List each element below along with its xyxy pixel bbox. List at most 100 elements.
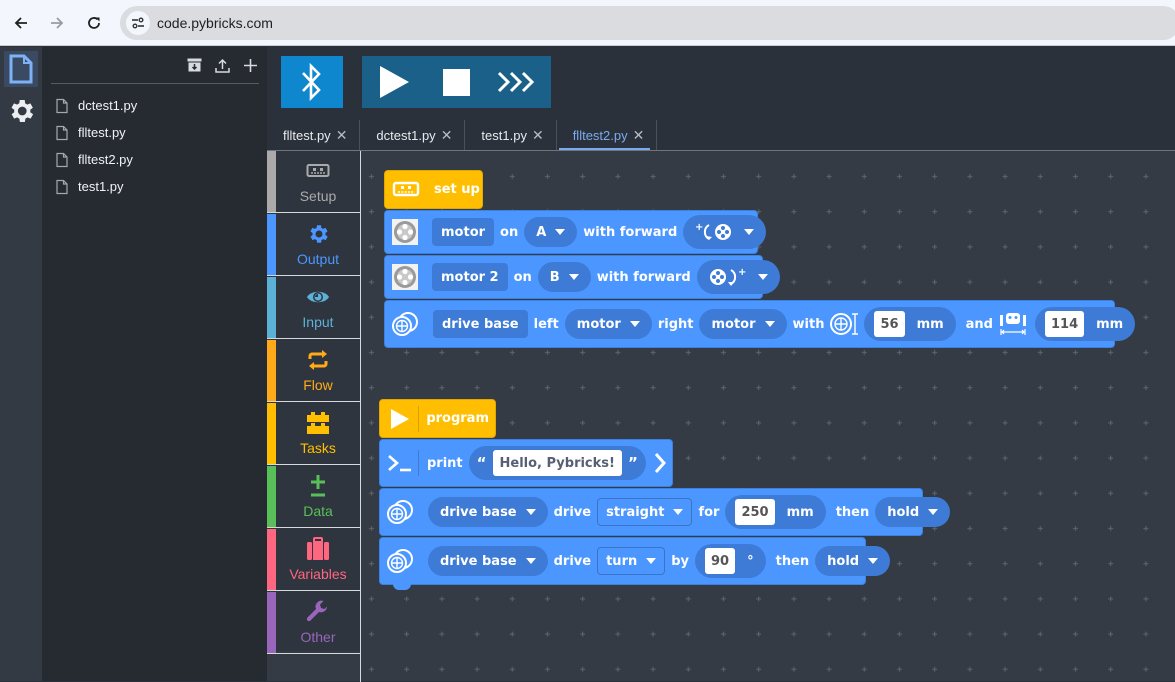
file-item[interactable]: flltest.py [52,119,259,146]
caret-down-icon [758,274,768,280]
block-label: set up [434,182,480,197]
back-button[interactable] [9,11,33,35]
program-hat-block[interactable]: program [379,399,496,438]
caret-down-icon [646,558,656,564]
reload-button[interactable] [82,11,106,35]
file-name: test1.py [78,179,124,194]
axle-track-input[interactable]: 114 [1045,311,1084,337]
drive-mode-dropdown[interactable]: turn [597,547,665,575]
left-motor-dropdown[interactable]: motor [565,309,652,339]
close-icon[interactable]: ✕ [532,127,544,144]
category-data[interactable]: Data [267,466,360,528]
motor-setup-block[interactable]: motor 2 on B with forward + [384,255,763,299]
string-input[interactable]: Hello, Pybricks! [493,450,622,476]
expand-arrow-icon[interactable] [654,452,666,474]
drivebase-icon [386,499,414,525]
tab-dctest1[interactable]: dctest1.py ✕ [360,120,465,150]
file-item[interactable]: test1.py [52,173,259,200]
site-settings-icon[interactable] [126,11,150,35]
stop-mode-dropdown[interactable]: hold [875,497,950,527]
drivebase-dropdown[interactable]: drive base [428,497,548,527]
url-text[interactable]: code.pybricks.com [157,15,273,31]
drivebase-variable-field[interactable]: drive base [433,310,528,338]
motor-icon [392,264,418,290]
file-item[interactable]: dctest1.py [52,92,259,119]
drive-straight-block[interactable]: drive base drive straight for 250mm then… [379,488,923,536]
suitcase-icon [306,537,330,561]
close-icon[interactable]: ✕ [441,127,453,144]
caret-down-icon [928,509,938,515]
category-input[interactable]: Input [267,277,360,339]
svg-text:+: + [695,222,703,233]
drivebase-setup-block[interactable]: drive base left motor right motor with 5… [384,300,1115,348]
print-block[interactable]: print “ Hello, Pybricks! ” [379,439,673,487]
activity-bar [0,47,42,681]
unit-label: ° [747,554,754,569]
setup-hat-block[interactable]: set up [384,170,483,209]
tab-flltest[interactable]: flltest.py✕ [267,120,360,150]
wheel-diameter-field[interactable]: 56mm [864,307,955,341]
motor-variable-field[interactable]: motor [432,218,494,246]
motor-setup-block[interactable]: motor on A with forward + [384,210,758,254]
drive-label: drive [554,505,591,520]
stop-mode-dropdown[interactable]: hold [815,546,890,576]
hub-icon [306,163,330,179]
bricks-icon [306,412,330,434]
forward-button[interactable] [45,11,69,35]
caret-down-icon [630,321,640,327]
port-dropdown[interactable]: B [538,262,591,292]
close-icon[interactable]: ✕ [633,127,645,144]
caret-down-icon [673,509,683,515]
new-file-button[interactable] [241,56,259,74]
archive-button[interactable] [185,56,203,74]
file-icon [54,152,70,168]
explorer-button[interactable] [4,51,38,87]
drive-turn-block[interactable]: drive base drive turn by 90° then hold [379,537,866,585]
distance-input[interactable]: 250 [735,499,774,525]
angle-field[interactable]: 90 ° [695,544,766,578]
motor-icon [392,219,418,245]
distance-field[interactable]: 250 mm [725,495,825,529]
category-tasks[interactable]: Tasks [267,403,360,465]
direction-dropdown[interactable]: + [697,260,780,294]
category-label: Flow [276,377,360,393]
upload-button[interactable] [213,56,231,74]
axle-track-field[interactable]: 114mm [1035,307,1135,341]
left-label: left [534,317,559,332]
direction-dropdown[interactable]: + [683,215,766,249]
category-setup[interactable]: Setup [267,151,360,213]
stop-button[interactable] [426,56,486,108]
on-label: on [500,225,518,240]
hub-icon [392,181,420,199]
port-dropdown[interactable]: A [524,217,577,247]
category-variables[interactable]: Variables [267,529,360,591]
close-icon[interactable]: ✕ [336,127,348,144]
drive-mode-dropdown[interactable]: straight [597,498,692,526]
drivebase-dropdown[interactable]: drive base [428,546,548,576]
angle-input[interactable]: 90 [705,548,735,574]
toolbox-border [360,151,361,682]
drive-label: drive [554,554,591,569]
explorer-toolbar [185,56,259,74]
eye-icon [306,288,330,306]
gear-icon [6,96,36,126]
right-motor-dropdown[interactable]: motor [699,309,786,339]
category-flow[interactable]: Flow [267,340,360,402]
repl-button[interactable] [489,56,549,108]
tab-flltest2[interactable]: flltest2.py✕ [557,120,658,150]
axle-track-icon [999,311,1027,337]
unit-label: mm [787,505,814,520]
file-item[interactable]: flltest2.py [52,146,259,173]
tab-test1[interactable]: test1.py✕ [465,120,556,150]
tab-label: dctest1.py [376,128,435,143]
settings-button[interactable] [4,93,38,129]
string-field[interactable]: “ Hello, Pybricks! ” [469,446,646,480]
wheel-diameter-input[interactable]: 56 [874,311,904,337]
category-other[interactable]: Other [267,592,360,654]
bluetooth-button[interactable] [281,56,343,108]
motor-variable-field[interactable]: motor 2 [432,263,508,291]
category-stripe [267,277,276,338]
run-button[interactable] [364,56,424,108]
category-output[interactable]: Output [267,214,360,276]
address-bar[interactable]: code.pybricks.com [120,6,1175,40]
